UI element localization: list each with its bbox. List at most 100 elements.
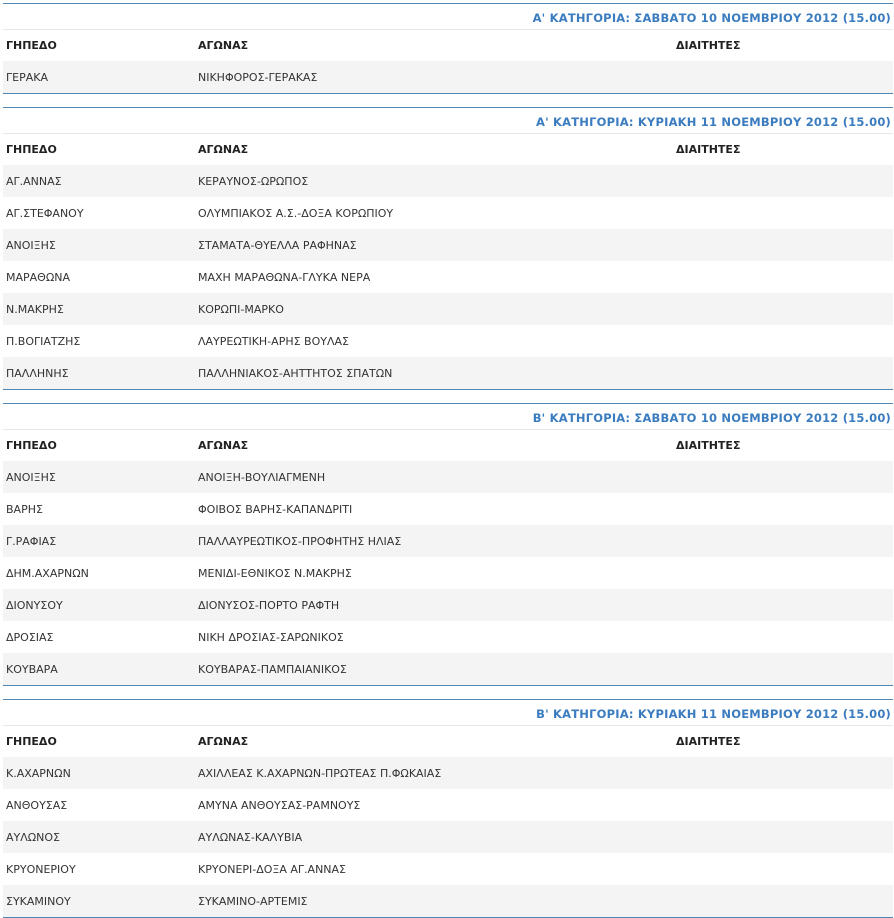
table-row: Γ.ΡΑΦΙΑΣ ΠΑΛΛΑΥΡΕΩΤΙΚΟΣ-ΠΡΟΦΗΤΗΣ ΗΛΙΑΣ — [3, 525, 893, 557]
ground-cell: ΓΕΡΑΚΑ — [3, 61, 195, 94]
table-row: ΑΝΟΙΞΗΣ ΣΤΑΜΑΤΑ-ΘΥΕΛΛΑ ΡΑΦΗΝΑΣ — [3, 229, 893, 261]
ground-cell: ΑΝΘΟΥΣΑΣ — [3, 789, 195, 821]
referees-cell — [673, 197, 893, 229]
match-cell: ΜΑΧΗ ΜΑΡΑΘΩΝΑ-ΓΛΥΚΑ ΝΕΡΑ — [195, 261, 673, 293]
fixtures-table: Β' ΚΑΤΗΓΟΡΙΑ: ΣΑΒΒΑΤΟ 10 ΝΟΕΜΒΡΙΟΥ 2012 … — [3, 403, 893, 686]
column-header-row: ΓΗΠΕΔΟ ΑΓΩΝΑΣ ΔΙΑΙΤΗΤΕΣ — [3, 725, 893, 757]
section-caption-row: Α' ΚΑΤΗΓΟΡΙΑ: ΣΑΒΒΑΤΟ 10 ΝΟΕΜΒΡΙΟΥ 2012 … — [3, 3, 893, 30]
section-title: Β' ΚΑΤΗΓΟΡΙΑ: ΚΥΡΙΑΚΗ 11 ΝΟΕΜΒΡΙΟΥ 2012 … — [3, 699, 893, 726]
table-row: ΔΡΟΣΙΑΣ ΝΙΚΗ ΔΡΟΣΙΑΣ-ΣΑΡΩΝΙΚΟΣ — [3, 621, 893, 653]
column-header-ground: ΓΗΠΕΔΟ — [3, 29, 195, 61]
table-row: ΑΝΘΟΥΣΑΣ ΑΜΥΝΑ ΑΝΘΟΥΣΑΣ-ΡΑΜΝΟΥΣ — [3, 789, 893, 821]
table-row: ΑΓ.ΑΝΝΑΣ ΚΕΡΑΥΝΟΣ-ΩΡΩΠΟΣ — [3, 165, 893, 197]
referees-cell — [673, 757, 893, 789]
match-cell: ΣΤΑΜΑΤΑ-ΘΥΕΛΛΑ ΡΑΦΗΝΑΣ — [195, 229, 673, 261]
column-header-referees: ΔΙΑΙΤΗΤΕΣ — [673, 29, 893, 61]
ground-cell: Κ.ΑΧΑΡΝΩΝ — [3, 757, 195, 789]
referees-cell — [673, 325, 893, 357]
ground-cell: ΔΗΜ.ΑΧΑΡΝΩΝ — [3, 557, 195, 589]
match-cell: ΜΕΝΙΔΙ-ΕΘΝΙΚΟΣ Ν.ΜΑΚΡΗΣ — [195, 557, 673, 589]
match-cell: ΝΙΚΗΦΟΡΟΣ-ΓΕΡΑΚΑΣ — [195, 61, 673, 94]
section-title: Β' ΚΑΤΗΓΟΡΙΑ: ΣΑΒΒΑΤΟ 10 ΝΟΕΜΒΡΙΟΥ 2012 … — [3, 403, 893, 430]
referees-cell — [673, 293, 893, 325]
ground-cell: ΑΥΛΩΝΟΣ — [3, 821, 195, 853]
referees-cell — [673, 165, 893, 197]
table-row: ΜΑΡΑΘΩΝΑ ΜΑΧΗ ΜΑΡΑΘΩΝΑ-ΓΛΥΚΑ ΝΕΡΑ — [3, 261, 893, 293]
table-row: ΑΝΟΙΞΗΣ ΑΝΟΙΞΗ-ΒΟΥΛΙΑΓΜΕΝΗ — [3, 461, 893, 493]
table-row: ΠΑΛΛΗΝΗΣ ΠΑΛΛΗΝΙΑΚΟΣ-ΑΗΤΤΗΤΟΣ ΣΠΑΤΩΝ — [3, 357, 893, 390]
column-header-row: ΓΗΠΕΔΟ ΑΓΩΝΑΣ ΔΙΑΙΤΗΤΕΣ — [3, 29, 893, 61]
match-cell: ΚΕΡΑΥΝΟΣ-ΩΡΩΠΟΣ — [195, 165, 673, 197]
referees-cell — [673, 853, 893, 885]
referees-cell — [673, 621, 893, 653]
match-cell: ΔΙΟΝΥΣΟΣ-ΠΟΡΤΟ ΡΑΦΤΗ — [195, 589, 673, 621]
referees-cell — [673, 357, 893, 390]
referees-cell — [673, 789, 893, 821]
match-cell: ΠΑΛΛΑΥΡΕΩΤΙΚΟΣ-ΠΡΟΦΗΤΗΣ ΗΛΙΑΣ — [195, 525, 673, 557]
table-row: ΣΥΚΑΜΙΝΟΥ ΣΥΚΑΜΙΝΟ-ΑΡΤΕΜΙΣ — [3, 885, 893, 918]
referees-cell — [673, 589, 893, 621]
column-header-match: ΑΓΩΝΑΣ — [195, 133, 673, 165]
ground-cell: Ν.ΜΑΚΡΗΣ — [3, 293, 195, 325]
match-cell: ΑΧΙΛΛΕΑΣ Κ.ΑΧΑΡΝΩΝ-ΠΡΩΤΕΑΣ Π.ΦΩΚΑΙΑΣ — [195, 757, 673, 789]
column-header-row: ΓΗΠΕΔΟ ΑΓΩΝΑΣ ΔΙΑΙΤΗΤΕΣ — [3, 133, 893, 165]
referees-cell — [673, 653, 893, 686]
referees-cell — [673, 525, 893, 557]
table-row: ΒΑΡΗΣ ΦΟΙΒΟΣ ΒΑΡΗΣ-ΚΑΠΑΝΔΡΙΤΙ — [3, 493, 893, 525]
ground-cell: ΜΑΡΑΘΩΝΑ — [3, 261, 195, 293]
fixtures-table: Α' ΚΑΤΗΓΟΡΙΑ: ΚΥΡΙΑΚΗ 11 ΝΟΕΜΒΡΙΟΥ 2012 … — [3, 107, 893, 390]
match-cell: ΚΟΥΒΑΡΑΣ-ΠΑΜΠΑΙΑΝΙΚΟΣ — [195, 653, 673, 686]
fixtures-table: Β' ΚΑΤΗΓΟΡΙΑ: ΚΥΡΙΑΚΗ 11 ΝΟΕΜΒΡΙΟΥ 2012 … — [3, 699, 893, 918]
fixtures-table: Α' ΚΑΤΗΓΟΡΙΑ: ΣΑΒΒΑΤΟ 10 ΝΟΕΜΒΡΙΟΥ 2012 … — [3, 3, 893, 94]
table-row: ΑΥΛΩΝΟΣ ΑΥΛΩΝΑΣ-ΚΑΛΥΒΙΑ — [3, 821, 893, 853]
table-row: ΔΙΟΝΥΣΟΥ ΔΙΟΝΥΣΟΣ-ΠΟΡΤΟ ΡΑΦΤΗ — [3, 589, 893, 621]
match-cell: ΦΟΙΒΟΣ ΒΑΡΗΣ-ΚΑΠΑΝΔΡΙΤΙ — [195, 493, 673, 525]
ground-cell: ΒΑΡΗΣ — [3, 493, 195, 525]
section-caption-row: Α' ΚΑΤΗΓΟΡΙΑ: ΚΥΡΙΑΚΗ 11 ΝΟΕΜΒΡΙΟΥ 2012 … — [3, 107, 893, 134]
referees-cell — [673, 229, 893, 261]
match-cell: ΑΥΛΩΝΑΣ-ΚΑΛΥΒΙΑ — [195, 821, 673, 853]
table-row: ΚΡΥΟΝΕΡΙΟΥ ΚΡΥΟΝΕΡΙ-ΔΟΞΑ ΑΓ.ΑΝΝΑΣ — [3, 853, 893, 885]
table-row: ΔΗΜ.ΑΧΑΡΝΩΝ ΜΕΝΙΔΙ-ΕΘΝΙΚΟΣ Ν.ΜΑΚΡΗΣ — [3, 557, 893, 589]
match-cell: ΣΥΚΑΜΙΝΟ-ΑΡΤΕΜΙΣ — [195, 885, 673, 918]
column-header-referees: ΔΙΑΙΤΗΤΕΣ — [673, 429, 893, 461]
table-row: ΚΟΥΒΑΡΑ ΚΟΥΒΑΡΑΣ-ΠΑΜΠΑΙΑΝΙΚΟΣ — [3, 653, 893, 686]
match-cell: ΟΛΥΜΠΙΑΚΟΣ Α.Σ.-ΔΟΞΑ ΚΟΡΩΠΙΟΥ — [195, 197, 673, 229]
ground-cell: ΔΙΟΝΥΣΟΥ — [3, 589, 195, 621]
ground-cell: ΑΝΟΙΞΗΣ — [3, 461, 195, 493]
match-cell: ΛΑΥΡΕΩΤΙΚΗ-ΑΡΗΣ ΒΟΥΛΑΣ — [195, 325, 673, 357]
match-cell: ΠΑΛΛΗΝΙΑΚΟΣ-ΑΗΤΤΗΤΟΣ ΣΠΑΤΩΝ — [195, 357, 673, 390]
table-row: ΑΓ.ΣΤΕΦΑΝΟΥ ΟΛΥΜΠΙΑΚΟΣ Α.Σ.-ΔΟΞΑ ΚΟΡΩΠΙΟΥ — [3, 197, 893, 229]
ground-cell: ΚΡΥΟΝΕΡΙΟΥ — [3, 853, 195, 885]
ground-cell: ΚΟΥΒΑΡΑ — [3, 653, 195, 686]
referees-cell — [673, 493, 893, 525]
referees-cell — [673, 885, 893, 918]
match-cell: ΝΙΚΗ ΔΡΟΣΙΑΣ-ΣΑΡΩΝΙΚΟΣ — [195, 621, 673, 653]
match-cell: ΑΝΟΙΞΗ-ΒΟΥΛΙΑΓΜΕΝΗ — [195, 461, 673, 493]
section-title: Α' ΚΑΤΗΓΟΡΙΑ: ΚΥΡΙΑΚΗ 11 ΝΟΕΜΒΡΙΟΥ 2012 … — [3, 107, 893, 134]
referees-cell — [673, 261, 893, 293]
column-header-match: ΑΓΩΝΑΣ — [195, 29, 673, 61]
referees-cell — [673, 557, 893, 589]
match-cell: ΑΜΥΝΑ ΑΝΘΟΥΣΑΣ-ΡΑΜΝΟΥΣ — [195, 789, 673, 821]
column-header-referees: ΔΙΑΙΤΗΤΕΣ — [673, 133, 893, 165]
ground-cell: Γ.ΡΑΦΙΑΣ — [3, 525, 195, 557]
column-header-row: ΓΗΠΕΔΟ ΑΓΩΝΑΣ ΔΙΑΙΤΗΤΕΣ — [3, 429, 893, 461]
ground-cell: ΠΑΛΛΗΝΗΣ — [3, 357, 195, 390]
column-header-ground: ΓΗΠΕΔΟ — [3, 133, 195, 165]
column-header-ground: ΓΗΠΕΔΟ — [3, 429, 195, 461]
table-row: Π.ΒΟΓΙΑΤΖΗΣ ΛΑΥΡΕΩΤΙΚΗ-ΑΡΗΣ ΒΟΥΛΑΣ — [3, 325, 893, 357]
column-header-match: ΑΓΩΝΑΣ — [195, 429, 673, 461]
ground-cell: ΑΓ.ΣΤΕΦΑΝΟΥ — [3, 197, 195, 229]
match-cell: ΚΡΥΟΝΕΡΙ-ΔΟΞΑ ΑΓ.ΑΝΝΑΣ — [195, 853, 673, 885]
table-row: ΓΕΡΑΚΑ ΝΙΚΗΦΟΡΟΣ-ΓΕΡΑΚΑΣ — [3, 61, 893, 94]
section-caption-row: Β' ΚΑΤΗΓΟΡΙΑ: ΚΥΡΙΑΚΗ 11 ΝΟΕΜΒΡΙΟΥ 2012 … — [3, 699, 893, 726]
ground-cell: ΑΓ.ΑΝΝΑΣ — [3, 165, 195, 197]
match-cell: ΚΟΡΩΠΙ-ΜΑΡΚΟ — [195, 293, 673, 325]
table-row: Κ.ΑΧΑΡΝΩΝ ΑΧΙΛΛΕΑΣ Κ.ΑΧΑΡΝΩΝ-ΠΡΩΤΕΑΣ Π.ΦΩ… — [3, 757, 893, 789]
ground-cell: ΑΝΟΙΞΗΣ — [3, 229, 195, 261]
table-row: Ν.ΜΑΚΡΗΣ ΚΟΡΩΠΙ-ΜΑΡΚΟ — [3, 293, 893, 325]
ground-cell: ΔΡΟΣΙΑΣ — [3, 621, 195, 653]
ground-cell: ΣΥΚΑΜΙΝΟΥ — [3, 885, 195, 918]
ground-cell: Π.ΒΟΓΙΑΤΖΗΣ — [3, 325, 195, 357]
